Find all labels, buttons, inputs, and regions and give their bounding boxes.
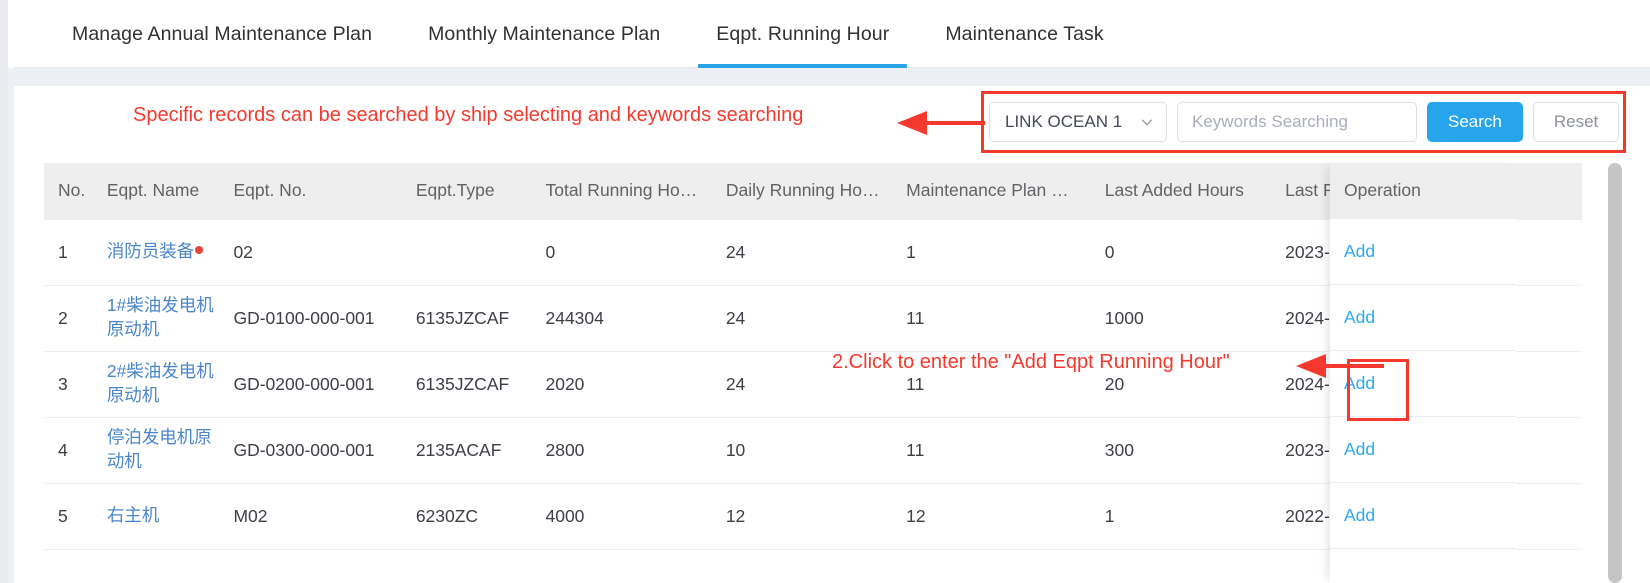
tab-label: Monthly Maintenance Plan xyxy=(428,22,661,45)
left-edge-rail xyxy=(0,0,8,583)
cell-total-running-hours: 2020 xyxy=(545,351,726,418)
cell-eqpt-type: 6135JZCAF xyxy=(415,285,546,352)
column-header-last-added-hours[interactable]: Last Added Hours xyxy=(1104,163,1286,220)
ship-select-value: LINK OCEAN 1 xyxy=(1005,112,1123,131)
cell-eqpt-type: 2135ACAF xyxy=(415,417,546,484)
section-gap xyxy=(14,68,1650,86)
reset-button-label: Reset xyxy=(1553,112,1599,131)
cell-no: 5 xyxy=(44,483,107,550)
cell-no: 4 xyxy=(44,417,107,484)
cell-eqpt-name[interactable]: 停泊发电机原动机 xyxy=(106,417,234,484)
content-panel: Specific records can be searched by ship… xyxy=(14,86,1650,583)
cell-total-running-hours: 4000 xyxy=(545,483,726,550)
cell-total-running-hours: 2800 xyxy=(545,417,726,484)
tab-maintenance-task[interactable]: Maintenance Task xyxy=(917,0,1131,68)
cell-daily-running-hours: 24 xyxy=(725,219,907,286)
search-button[interactable]: Search xyxy=(1427,102,1523,142)
cell-last-added-hours[interactable]: 0 xyxy=(1104,219,1286,286)
search-controls: LINK OCEAN 1 Search Reset xyxy=(989,102,1620,142)
eqpt-name-link[interactable]: 2#柴油发电机原动机 xyxy=(107,361,214,405)
cell-no: 1 xyxy=(44,219,107,286)
column-header-operation: Operation xyxy=(1330,163,1516,219)
chevron-down-icon xyxy=(1141,119,1153,126)
page-root: Manage Annual Maintenance Plan Monthly M… xyxy=(0,0,1650,583)
cell-total-running-hours: 244304 xyxy=(545,285,726,352)
cell-eqpt-no[interactable]: 02 xyxy=(233,219,416,286)
cell-eqpt-no[interactable]: M02 xyxy=(233,483,416,550)
ship-select[interactable]: LINK OCEAN 1 xyxy=(989,102,1167,142)
cell-eqpt-type: 6230ZC xyxy=(415,483,546,550)
annotation-note-add: 2.Click to enter the "Add Eqpt Running H… xyxy=(832,351,1230,373)
fixed-operation-column: Operation Add Add Add Add Add xyxy=(1330,163,1516,583)
cell-eqpt-name[interactable]: 1#柴油发电机原动机 xyxy=(106,285,234,352)
add-link-row-1[interactable]: Add xyxy=(1330,219,1516,285)
add-link-row-5[interactable]: Add xyxy=(1330,483,1516,549)
search-button-label: Search xyxy=(1448,112,1502,131)
cell-last-added-hours[interactable]: 1000 xyxy=(1104,285,1286,352)
column-header-eqpt-type[interactable]: Eqpt.Type xyxy=(415,163,546,220)
tab-manage-annual-maintenance-plan[interactable]: Manage Annual Maintenance Plan xyxy=(44,0,400,68)
cell-eqpt-no[interactable]: GD-0200-000-001 xyxy=(233,351,416,418)
cell-daily-running-hours: 10 xyxy=(725,417,907,484)
eqpt-name-link[interactable]: 1#柴油发电机原动机 xyxy=(107,295,214,339)
cell-maintenance-plan[interactable]: 1 xyxy=(906,219,1105,286)
add-link-row-4[interactable]: Add xyxy=(1330,417,1516,483)
column-header-total-running-hours[interactable]: Total Running Ho… xyxy=(545,163,726,220)
cell-eqpt-name[interactable]: 右主机 xyxy=(106,483,234,550)
red-status-dot-icon xyxy=(195,246,204,255)
reset-button[interactable]: Reset xyxy=(1532,102,1620,142)
tab-bar: Manage Annual Maintenance Plan Monthly M… xyxy=(14,0,1650,68)
add-link-row-2[interactable]: Add xyxy=(1330,285,1516,351)
cell-maintenance-plan[interactable]: 12 xyxy=(906,483,1105,550)
eqpt-name-link[interactable]: 右主机 xyxy=(107,505,160,525)
cell-eqpt-type xyxy=(415,219,546,286)
column-header-eqpt-name[interactable]: Eqpt. Name xyxy=(106,163,234,220)
vertical-scrollbar-thumb[interactable] xyxy=(1608,163,1622,583)
eqpt-name-link[interactable]: 停泊发电机原动机 xyxy=(107,427,212,471)
cell-maintenance-plan[interactable]: 11 xyxy=(906,285,1105,352)
annotation-note-search: Specific records can be searched by ship… xyxy=(133,104,804,126)
cell-eqpt-type: 6135JZCAF xyxy=(415,351,546,418)
cell-eqpt-no[interactable]: GD-0300-000-001 xyxy=(233,417,416,484)
column-header-daily-running-hours[interactable]: Daily Running Ho… xyxy=(725,163,907,220)
add-link-row-3[interactable]: Add xyxy=(1330,351,1516,417)
column-header-eqpt-no[interactable]: Eqpt. No. xyxy=(233,163,416,220)
tab-label: Maintenance Task xyxy=(945,22,1104,45)
eqpt-name-link[interactable]: 消防员装备 xyxy=(107,241,195,261)
cell-last-added-hours[interactable]: 300 xyxy=(1104,417,1286,484)
tab-label: Manage Annual Maintenance Plan xyxy=(72,22,373,45)
keywords-search-input[interactable] xyxy=(1177,102,1417,142)
tab-monthly-maintenance-plan[interactable]: Monthly Maintenance Plan xyxy=(400,0,688,68)
cell-total-running-hours: 0 xyxy=(545,219,726,286)
cell-daily-running-hours: 12 xyxy=(725,483,907,550)
tab-list: Manage Annual Maintenance Plan Monthly M… xyxy=(44,0,1132,68)
vertical-scrollbar-track[interactable] xyxy=(1608,163,1622,583)
cell-daily-running-hours: 24 xyxy=(725,285,907,352)
tab-label: Eqpt. Running Hour xyxy=(716,22,890,45)
tab-eqpt-running-hour[interactable]: Eqpt. Running Hour xyxy=(688,0,917,68)
cell-no: 2 xyxy=(44,285,107,352)
cell-eqpt-no[interactable]: GD-0100-000-001 xyxy=(233,285,416,352)
cell-maintenance-plan[interactable]: 11 xyxy=(906,417,1105,484)
arrow-left-icon xyxy=(897,111,985,135)
cell-no: 3 xyxy=(44,351,107,418)
cell-eqpt-name[interactable]: 2#柴油发电机原动机 xyxy=(106,351,234,418)
cell-eqpt-name[interactable]: 消防员装备 xyxy=(106,219,234,286)
column-header-no[interactable]: No. xyxy=(44,163,107,220)
column-header-maintenance-plan[interactable]: Maintenance Plan … xyxy=(906,163,1105,220)
search-toolbar: Specific records can be searched by ship… xyxy=(14,86,1650,163)
cell-last-added-hours[interactable]: 1 xyxy=(1104,483,1286,550)
